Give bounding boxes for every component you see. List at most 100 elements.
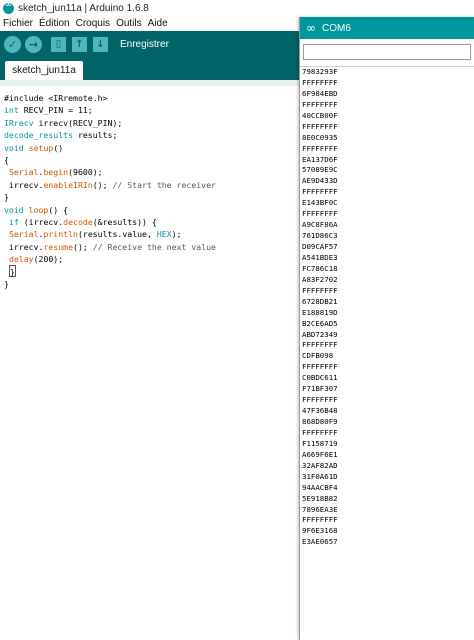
code-token: loop bbox=[28, 204, 49, 215]
serial-output-line: 7896EA3E bbox=[302, 504, 338, 514]
code-token: enableIRIn bbox=[43, 179, 93, 190]
menu-aide[interactable]: Aide bbox=[148, 18, 168, 29]
serial-output-line: FFFFFFFF bbox=[302, 77, 338, 87]
serial-output-line: FFFFFFFF bbox=[302, 285, 338, 295]
new-button[interactable]: ▯ bbox=[51, 36, 66, 52]
serial-output-line: FFFFFFFF bbox=[302, 99, 338, 109]
serial-output-line: A9C8F86A bbox=[302, 220, 338, 230]
serial-output-line: 47F36B48 bbox=[302, 406, 338, 416]
code-token: (&results)) { bbox=[92, 216, 157, 227]
arduino-logo-icon bbox=[3, 0, 14, 14]
serial-output-line: E188819D bbox=[302, 307, 338, 317]
code-line: irrecv.resume(); // Receive the next val… bbox=[4, 241, 298, 253]
code-token: if bbox=[8, 216, 19, 227]
code-token: irrecv. bbox=[4, 241, 44, 252]
code-line: { bbox=[4, 154, 298, 166]
code-line: void setup() bbox=[4, 142, 298, 154]
serial-output-line: 6728DB21 bbox=[302, 296, 338, 306]
code-token: begin bbox=[43, 167, 69, 178]
code-line: delay(200); bbox=[4, 253, 298, 265]
code-token: () { bbox=[48, 204, 69, 215]
serial-output-line: 5E918B82 bbox=[302, 493, 338, 503]
code-token: IRrecv bbox=[4, 117, 34, 128]
arduino-logo-icon: ∞ bbox=[306, 21, 316, 35]
code-token: Serial bbox=[8, 229, 39, 240]
serial-output-line: E143BF0C bbox=[302, 198, 338, 208]
code-token: (200); bbox=[33, 254, 64, 265]
code-token: (); bbox=[92, 179, 113, 190]
serial-output-line: FFFFFFFF bbox=[302, 395, 338, 405]
serial-output-line: FFFFFFFF bbox=[302, 209, 338, 219]
serial-output-line: B2CE6AD5 bbox=[302, 318, 338, 328]
menu-croquis[interactable]: Croquis bbox=[76, 18, 110, 29]
code-token: void bbox=[4, 204, 24, 215]
serial-output-line: 31F0A61D bbox=[302, 471, 338, 481]
code-token: void bbox=[4, 142, 24, 153]
serial-send-input[interactable] bbox=[303, 44, 471, 60]
code-token: Serial bbox=[8, 167, 39, 178]
serial-output-line: A541BDE3 bbox=[302, 252, 338, 262]
code-token: // Start the receiver bbox=[112, 179, 216, 190]
serial-output-line: FFFFFFFF bbox=[302, 515, 338, 525]
upload-button[interactable]: → bbox=[25, 35, 42, 53]
code-token: decode_results bbox=[4, 130, 74, 141]
code-line: #include <IRremote.h> bbox=[4, 92, 298, 104]
serial-output-line: FC786C18 bbox=[302, 263, 338, 273]
serial-output-line: AE9D433D bbox=[302, 176, 338, 186]
code-token: (results.value, bbox=[77, 229, 157, 240]
serial-output-line: F71BF307 bbox=[302, 384, 338, 394]
code-line: irrecv.enableIRIn(); // Start the receiv… bbox=[4, 179, 298, 191]
code-editor[interactable]: #include <IRremote.h> int RECV_PIN = 11; I… bbox=[4, 92, 298, 290]
code-token: #include <IRremote.h> bbox=[4, 93, 108, 103]
serial-output-line: 94AACBF4 bbox=[302, 482, 338, 492]
code-token: setup bbox=[28, 142, 54, 153]
code-token: println bbox=[43, 229, 78, 240]
code-token: (irrecv. bbox=[18, 216, 64, 227]
menu-fichier[interactable]: Fichier bbox=[3, 18, 33, 29]
code-token: int bbox=[4, 105, 19, 116]
code-line: } bbox=[4, 278, 298, 290]
code-token: } bbox=[8, 265, 16, 278]
code-token: irrecv(RECV_PIN); bbox=[33, 117, 123, 128]
serial-output-line: 40CCB00F bbox=[302, 110, 338, 120]
tab-sketch[interactable]: sketch_jun11a bbox=[5, 61, 83, 80]
serial-output-line: 761D86C3 bbox=[302, 231, 338, 241]
verify-button[interactable]: ✓ bbox=[4, 35, 21, 53]
code-line: } bbox=[4, 265, 298, 278]
serial-output-line: FFFFFFFF bbox=[302, 143, 338, 153]
code-token: () bbox=[53, 142, 64, 153]
code-line: } bbox=[4, 191, 298, 203]
menu-edition[interactable]: Édition bbox=[39, 18, 70, 29]
code-token: delay bbox=[8, 254, 34, 265]
serial-title-bar: ∞ COM6 bbox=[300, 17, 474, 39]
serial-output-line: FFFFFFFF bbox=[302, 427, 338, 437]
serial-output-line: 868D80F9 bbox=[302, 417, 338, 426]
serial-output-line: 6F984EBD bbox=[302, 88, 338, 98]
code-token: (9600); bbox=[68, 167, 103, 178]
serial-output-line: A83F2702 bbox=[302, 274, 338, 284]
code-token: (); bbox=[73, 241, 93, 252]
code-token: } bbox=[4, 278, 9, 289]
serial-output-area: 7983293F FFFFFFFF 6F984EBD FFFFFFFF 40CCB00F… bbox=[302, 67, 472, 548]
serial-output-line: EA137D6F bbox=[302, 154, 338, 164]
serial-output-line: FFFFFFFF bbox=[302, 187, 338, 197]
code-token: RECV_PIN = 11; bbox=[18, 105, 93, 116]
serial-output-line: A669F6E1 bbox=[302, 449, 338, 459]
code-token: // Receive the next value bbox=[92, 241, 216, 252]
serial-output-line: ABD72349 bbox=[302, 329, 338, 339]
code-line: decode_results results; bbox=[4, 129, 298, 141]
code-token: HEX bbox=[156, 229, 172, 240]
serial-port-title: COM6 bbox=[322, 22, 351, 34]
code-line: IRrecv irrecv(RECV_PIN); bbox=[4, 117, 298, 129]
serial-output-line: C0BDC611 bbox=[302, 373, 338, 383]
menu-outils[interactable]: Outils bbox=[116, 18, 142, 29]
open-button[interactable]: ↑ bbox=[72, 36, 87, 52]
window-title: sketch_jun11a | Arduino 1.6.8 bbox=[18, 2, 149, 14]
code-line: int RECV_PIN = 11; bbox=[4, 104, 298, 116]
code-line: void loop() { bbox=[4, 204, 298, 216]
serial-output-line: CDFB098 bbox=[302, 351, 334, 361]
serial-output-line: D09CAF57 bbox=[302, 242, 338, 251]
code-token: { bbox=[4, 154, 9, 165]
save-button[interactable]: ↓ bbox=[93, 36, 108, 52]
serial-output-line: E3AE0657 bbox=[302, 537, 338, 547]
